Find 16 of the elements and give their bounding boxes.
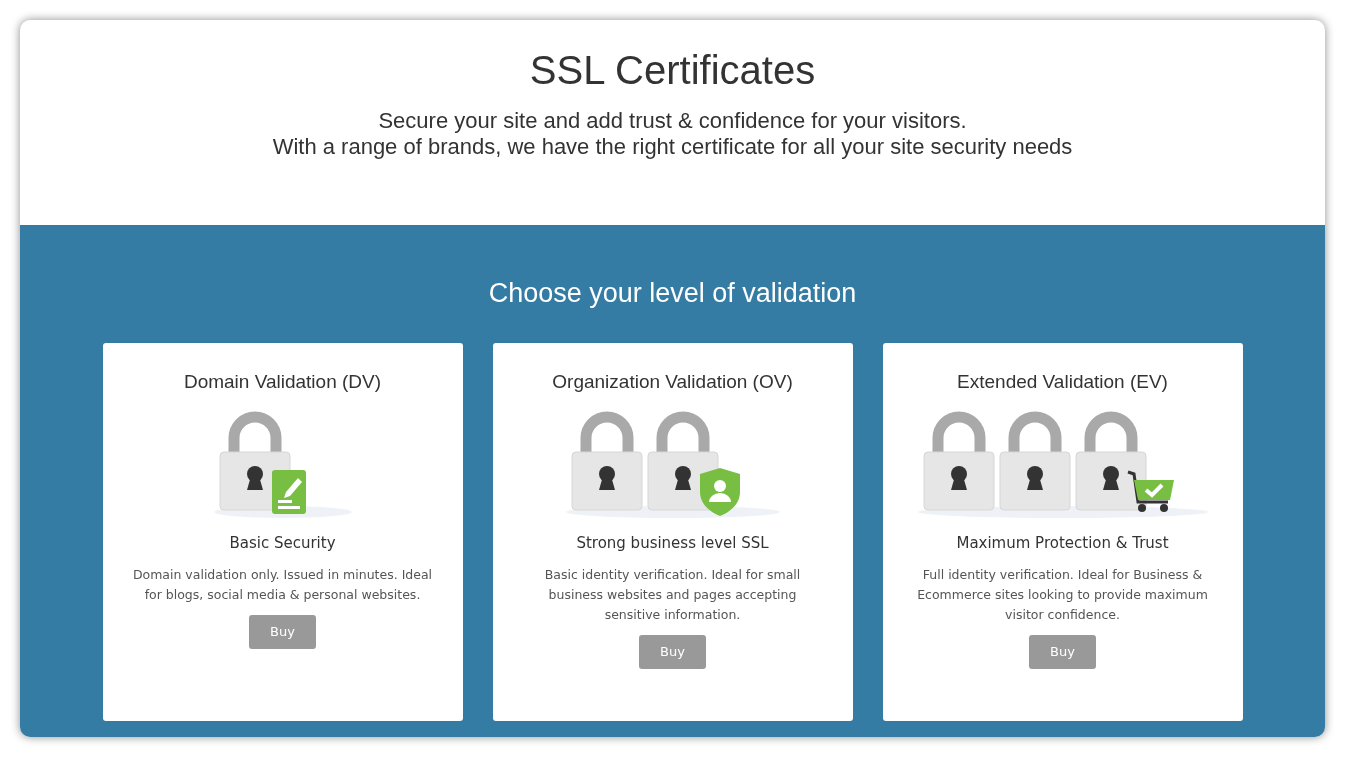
subtitle: Secure your site and add trust & confidence for your visitors. — [377, 108, 968, 134]
plan-tagline: Basic Security — [228, 533, 337, 555]
plan-tagline: Maximum Protection & Trust — [955, 533, 1170, 555]
plan-title: Domain Validation (DV) — [182, 371, 383, 395]
section-heading: Choose your level of validation — [487, 277, 858, 310]
buy-button[interactable]: Buy — [249, 614, 316, 649]
page-title: SSL Certificates — [528, 48, 817, 92]
plan-title: Organization Validation (OV) — [551, 371, 794, 395]
plan-description: Basic identity verification. Ideal for small business websites and pages accepting sensitive information. — [543, 565, 802, 624]
plan-tagline: Strong business level SSL — [575, 533, 770, 555]
buy-button[interactable]: Buy — [1029, 634, 1096, 669]
plan-title: Extended Validation (EV) — [956, 371, 1169, 395]
plan-description: Domain validation only. Issued in minutes. Ideal for blogs, social media & personal websites. — [132, 565, 433, 604]
plan-description: Full identity verification. Ideal for Business & Ecommerce sites looking to provide maximum visitor confidence. — [916, 565, 1209, 624]
subtitle: With a range of brands, we have the right certificate for all your site security needs — [271, 134, 1074, 160]
buy-button[interactable]: Buy — [639, 634, 706, 669]
